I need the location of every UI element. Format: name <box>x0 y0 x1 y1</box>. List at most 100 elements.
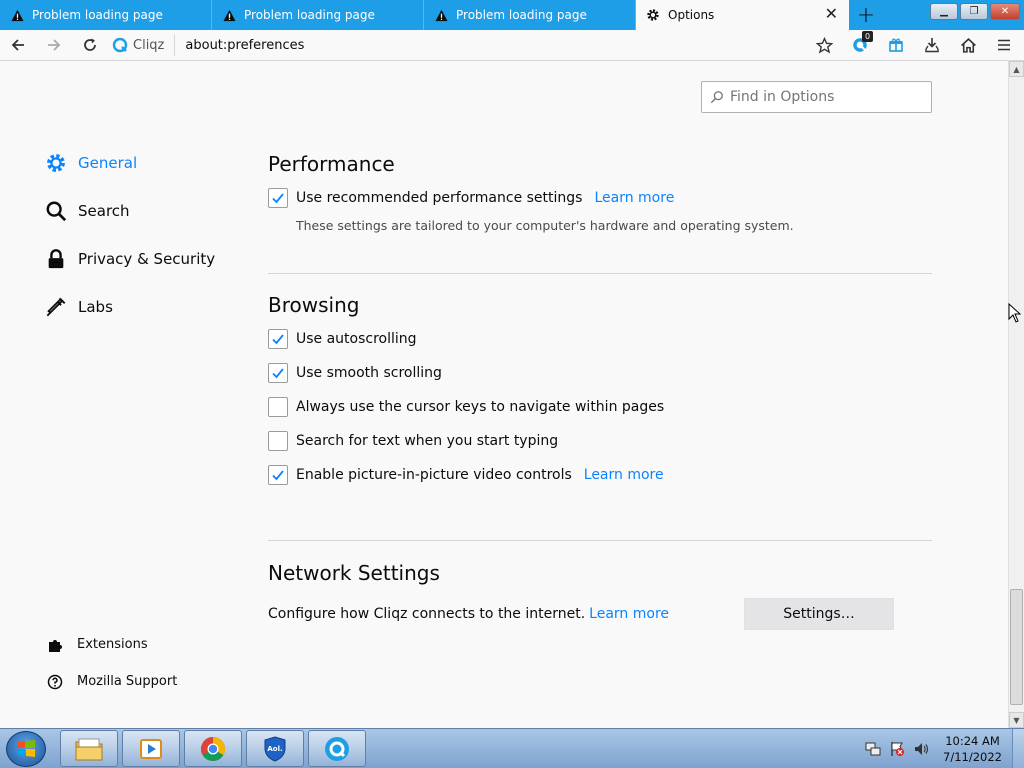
cliqz-tracker-button[interactable]: 0 <box>842 30 878 61</box>
checkbox-label[interactable]: Use autoscrolling <box>296 331 417 347</box>
forward-button[interactable] <box>36 30 72 61</box>
learn-more-link[interactable]: Learn more <box>584 467 664 483</box>
checkbox-label[interactable]: Always use the cursor keys to navigate w… <box>296 399 664 415</box>
sidebar-item-search[interactable]: Search <box>44 187 215 235</box>
clock[interactable]: 10:24 AM 7/11/2022 <box>943 733 1002 765</box>
option-search-text-typing: Search for text when you start typing <box>268 424 932 458</box>
search-input[interactable] <box>730 89 920 105</box>
cursor-keys-checkbox[interactable] <box>268 397 288 417</box>
sidebar-item-labs[interactable]: Labs <box>44 283 215 331</box>
lock-icon <box>44 247 68 271</box>
url-bar[interactable]: Cliqz about:preferences <box>112 30 806 61</box>
checkmark-icon <box>272 334 284 345</box>
network-settings-button[interactable]: Settings… <box>744 598 894 630</box>
checkbox-label[interactable]: Enable picture-in-picture video controls <box>296 467 572 483</box>
network-icon[interactable] <box>865 741 881 757</box>
pipette-icon <box>44 295 68 319</box>
taskbar-aol-shield[interactable]: Aol. <box>246 730 304 767</box>
tab-problem-loading-1[interactable]: Problem loading page <box>0 0 212 30</box>
learn-more-link[interactable]: Learn more <box>589 606 669 622</box>
gear-icon <box>44 151 68 175</box>
sidebar-item-mozilla-support[interactable]: Mozilla Support <box>46 663 177 700</box>
checkbox-label[interactable]: Search for text when you start typing <box>296 433 558 449</box>
start-button[interactable] <box>6 731 46 767</box>
arrow-right-icon <box>48 39 61 51</box>
section-divider <box>268 540 932 541</box>
vertical-scrollbar[interactable]: ▲ ▼ <box>1008 61 1024 728</box>
media-player-icon <box>140 738 162 759</box>
find-in-options-box[interactable] <box>701 81 932 113</box>
sidebar-item-label: Extensions <box>77 637 148 652</box>
back-button[interactable] <box>0 30 36 61</box>
checkbox-label[interactable]: Use recommended performance settings <box>296 190 582 206</box>
close-window-button[interactable]: ✕ <box>990 3 1020 20</box>
smooth-scrolling-checkbox[interactable] <box>268 363 288 383</box>
help-icon <box>46 673 64 691</box>
search-when-typing-checkbox[interactable] <box>268 431 288 451</box>
gift-button[interactable] <box>878 30 914 61</box>
search-icon <box>44 199 68 223</box>
minimize-button[interactable]: ▁ <box>930 3 958 20</box>
network-description: Configure how Cliqz connects to the inte… <box>268 606 586 622</box>
mouse-cursor-icon <box>1008 302 1022 327</box>
tab-label: Options <box>668 8 715 22</box>
taskbar-media-player[interactable] <box>122 730 180 767</box>
performance-description: These settings are tailored to your comp… <box>296 218 794 233</box>
maximize-button[interactable]: ❐ <box>960 3 988 20</box>
brand-label: Cliqz <box>133 37 165 53</box>
option-cursor-keys: Always use the cursor keys to navigate w… <box>268 390 932 424</box>
action-center-flag-icon[interactable] <box>889 741 905 757</box>
arrow-left-icon <box>11 39 24 51</box>
category-nav: General Search Privacy & Security Labs <box>44 139 215 331</box>
sidebar-item-label: Labs <box>78 298 113 316</box>
network-settings-heading: Network Settings <box>268 561 440 585</box>
picture-in-picture-checkbox[interactable] <box>268 465 288 485</box>
clock-time: 10:24 AM <box>945 734 1000 748</box>
file-explorer-icon <box>75 738 103 760</box>
sidebar-item-extensions[interactable]: Extensions <box>46 626 177 663</box>
scroll-up-arrow[interactable]: ▲ <box>1009 61 1024 77</box>
star-icon <box>815 36 833 54</box>
hamburger-menu-icon <box>998 39 1010 51</box>
network-description-line: Configure how Cliqz connects to the inte… <box>268 606 669 622</box>
taskbar-file-explorer[interactable] <box>60 730 118 767</box>
downloads-button[interactable] <box>914 30 950 61</box>
close-tab-icon[interactable]: ✕ <box>825 6 838 22</box>
show-desktop-button[interactable] <box>1012 729 1024 768</box>
learn-more-link[interactable]: Learn more <box>594 190 674 206</box>
volume-icon[interactable] <box>913 741 929 757</box>
new-tab-button[interactable]: + <box>849 0 883 30</box>
navigation-bar: Cliqz about:preferences 0 <box>0 30 1024 61</box>
sidebar-item-general[interactable]: General <box>44 139 215 187</box>
url-text[interactable]: about:preferences <box>175 38 304 53</box>
identity-box[interactable]: Cliqz <box>112 34 176 56</box>
checkmark-icon <box>272 368 284 379</box>
tab-options[interactable]: Options ✕ <box>636 0 849 30</box>
window-controls: ▁ ❐ ✕ <box>930 3 1020 20</box>
warning-icon <box>434 8 448 22</box>
scrollbar-thumb[interactable] <box>1010 589 1023 705</box>
tab-strip: Problem loading page Problem loading pag… <box>0 0 1024 30</box>
warning-icon <box>222 8 236 22</box>
menu-button[interactable] <box>986 30 1022 61</box>
autoscrolling-checkbox[interactable] <box>268 329 288 349</box>
checkbox-label[interactable]: Use smooth scrolling <box>296 365 442 381</box>
tab-problem-loading-2[interactable]: Problem loading page <box>212 0 424 30</box>
home-button[interactable] <box>950 30 986 61</box>
taskbar-cliqz[interactable] <box>308 730 366 767</box>
toolbar-icons: 0 <box>806 30 1022 61</box>
sidebar-item-privacy-security[interactable]: Privacy & Security <box>44 235 215 283</box>
aol-shield-icon: Aol. <box>264 735 286 762</box>
scroll-down-arrow[interactable]: ▼ <box>1009 712 1024 728</box>
sidebar-footer: Extensions Mozilla Support <box>46 626 177 700</box>
reload-button[interactable] <box>72 30 108 61</box>
performance-heading: Performance <box>268 152 395 176</box>
tray-icons <box>865 741 929 757</box>
recommended-performance-checkbox[interactable] <box>268 188 288 208</box>
section-divider <box>268 273 932 274</box>
performance-option-row: Use recommended performance settings Lea… <box>268 181 932 215</box>
tab-problem-loading-3[interactable]: Problem loading page <box>424 0 636 30</box>
home-icon <box>960 37 976 53</box>
bookmark-star-button[interactable] <box>806 30 842 61</box>
taskbar-chrome[interactable] <box>184 730 242 767</box>
